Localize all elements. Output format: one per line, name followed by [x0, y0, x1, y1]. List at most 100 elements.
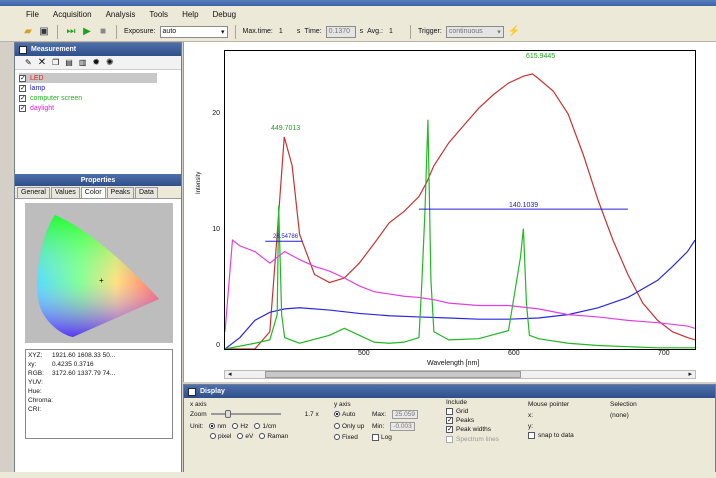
- menu-bar: File Acquisition Analysis Tools Help Deb…: [0, 6, 716, 22]
- y-option-label: Fixed: [342, 434, 358, 442]
- unit-option-pixel[interactable]: pixel: [210, 433, 231, 440]
- unit-option-label: pixel: [218, 433, 232, 440]
- trigger-icon[interactable]: ⚡: [508, 26, 520, 38]
- radio-button[interactable]: [209, 423, 216, 430]
- mouse-y-label: y:: [528, 423, 534, 430]
- light-icon[interactable]: ✹: [92, 57, 100, 68]
- checkbox[interactable]: [528, 432, 535, 439]
- step-play-icon[interactable]: ⏭: [65, 26, 77, 38]
- y-option-only-up[interactable]: Only up: [334, 423, 366, 430]
- export-icon[interactable]: ▤: [65, 58, 73, 67]
- scroll-left-icon[interactable]: ◂: [228, 370, 232, 378]
- menu-analysis[interactable]: Analysis: [106, 10, 136, 19]
- tab-peaks[interactable]: Peaks: [106, 187, 134, 198]
- checkbox[interactable]: ✓: [446, 426, 453, 434]
- unit-option-ev[interactable]: eV: [237, 433, 253, 440]
- open-folder-icon[interactable]: ▰: [22, 26, 34, 38]
- menu-tools[interactable]: Tools: [149, 10, 168, 19]
- time-label: Time:: [304, 28, 322, 35]
- checkbox[interactable]: ✓: [19, 104, 26, 112]
- max-time-input[interactable]: 1: [277, 26, 293, 38]
- measurement-item-computer-screen[interactable]: ✓ computer screen: [19, 93, 177, 103]
- radio-button[interactable]: [259, 433, 266, 440]
- measurement-toolbar: ✎ ✕ ❐ ▤ ▥ ✹ ✺: [15, 56, 181, 70]
- y-option-fixed[interactable]: Fixed: [334, 434, 366, 441]
- y-axis-group-label: y axis: [334, 401, 351, 408]
- menu-file[interactable]: File: [26, 10, 39, 19]
- horizontal-scrollbar[interactable]: ◂ ▸: [224, 370, 696, 379]
- save-icon[interactable]: ▣: [38, 26, 50, 38]
- play-icon[interactable]: ▶: [81, 26, 93, 38]
- checkbox[interactable]: ✓: [446, 417, 453, 425]
- unit-option-label: eV: [245, 433, 254, 440]
- scroll-right-icon[interactable]: ▸: [688, 370, 692, 378]
- y-axis-label: Intensity: [196, 171, 202, 194]
- pin-icon[interactable]: [19, 45, 27, 54]
- radio-button[interactable]: [334, 423, 340, 430]
- measurement-item-label: LED: [30, 74, 44, 82]
- max-label: Max:: [372, 411, 387, 418]
- checkbox[interactable]: [372, 434, 379, 441]
- dark-icon[interactable]: ✺: [106, 57, 114, 68]
- tab-general[interactable]: General: [17, 187, 50, 198]
- exposure-select[interactable]: auto ▾: [159, 25, 228, 38]
- max-input[interactable]: 25.059: [392, 410, 418, 419]
- checkbox[interactable]: [446, 408, 453, 415]
- time-input[interactable]: 0.1370: [325, 25, 356, 38]
- checkbox[interactable]: [446, 435, 453, 443]
- snap-to-data-row[interactable]: snap to data: [528, 432, 574, 439]
- include-grid[interactable]: Grid: [446, 408, 499, 415]
- scrollbar-thumb[interactable]: [265, 371, 521, 378]
- mouse-pointer-group: Mouse pointer x: y: snap to data: [528, 401, 574, 439]
- left-panel: Measurement ✎ ✕ ❐ ▤ ▥ ✹ ✺ ✓ LED ✓ lamp ✓…: [14, 42, 182, 474]
- include-spectrum-lines[interactable]: Spectrum lines: [446, 435, 499, 443]
- tab-data[interactable]: Data: [135, 187, 158, 198]
- value-val: 1921.60 1608.33 50...: [52, 352, 116, 359]
- y-option-auto[interactable]: Auto: [334, 411, 366, 418]
- menu-debug[interactable]: Debug: [213, 10, 237, 19]
- measurement-item-led[interactable]: ✓ LED: [19, 73, 157, 83]
- measurement-item-daylight[interactable]: ✓ daylight: [19, 103, 177, 113]
- edit-icon[interactable]: ✎: [25, 58, 32, 67]
- checkbox[interactable]: ✓: [19, 94, 26, 102]
- include-peak-widths[interactable]: ✓ Peak widths: [446, 426, 499, 434]
- radio-button[interactable]: [334, 411, 340, 418]
- menu-help[interactable]: Help: [182, 10, 198, 19]
- radio-button[interactable]: [254, 423, 261, 430]
- copy-icon[interactable]: ❐: [52, 58, 59, 67]
- unit-option-label: Raman: [267, 433, 289, 440]
- spectrum-chart-area: Intensity 20 10 0 615.9445 449.7013 140.…: [183, 42, 716, 382]
- pin-icon[interactable]: [188, 387, 196, 396]
- radio-button[interactable]: [237, 433, 244, 440]
- stop-icon[interactable]: ■: [97, 26, 109, 38]
- compare-icon[interactable]: ▥: [79, 58, 87, 67]
- measurement-item-lamp[interactable]: ✓ lamp: [19, 83, 177, 93]
- value-key: Chroma:: [28, 397, 53, 404]
- tab-color[interactable]: Color: [80, 187, 106, 198]
- unit-option-raman[interactable]: Raman: [259, 433, 288, 440]
- trigger-select[interactable]: continuous ▾: [445, 25, 504, 38]
- zoom-slider[interactable]: [210, 410, 281, 418]
- toolbar: ▰ ▣ ⏭ ▶ ■ Exposure: auto ▾ Max.time: 1 s …: [0, 22, 716, 42]
- min-input[interactable]: -0.003: [390, 422, 415, 431]
- slider-handle[interactable]: [224, 410, 231, 418]
- radio-button[interactable]: [210, 433, 216, 440]
- delete-icon[interactable]: ✕: [38, 57, 46, 68]
- radio-button[interactable]: [232, 423, 239, 430]
- y-tick-label: 0: [216, 342, 220, 349]
- checkbox[interactable]: ✓: [19, 74, 26, 82]
- radio-button[interactable]: [334, 434, 340, 441]
- unit-option-nm[interactable]: nm: [209, 423, 226, 430]
- menu-acquisition[interactable]: Acquisition: [53, 10, 92, 19]
- spectrum-plot[interactable]: 615.9445 449.7013 140.1039 26.54786: [224, 50, 696, 350]
- avg-input[interactable]: 1: [387, 26, 403, 38]
- y-option-label: Only up: [342, 423, 365, 430]
- tab-values[interactable]: Values: [50, 187, 80, 198]
- checkbox[interactable]: ✓: [19, 84, 26, 92]
- unit-option-hz[interactable]: Hz: [232, 423, 248, 430]
- exposure-label: Exposure:: [124, 28, 156, 35]
- unit-option-inv-cm[interactable]: 1/cm: [254, 423, 276, 430]
- include-peaks[interactable]: ✓ Peaks: [446, 417, 499, 424]
- log-checkbox-row[interactable]: Log: [372, 434, 392, 441]
- spectrum-plot-svg: [225, 73, 695, 349]
